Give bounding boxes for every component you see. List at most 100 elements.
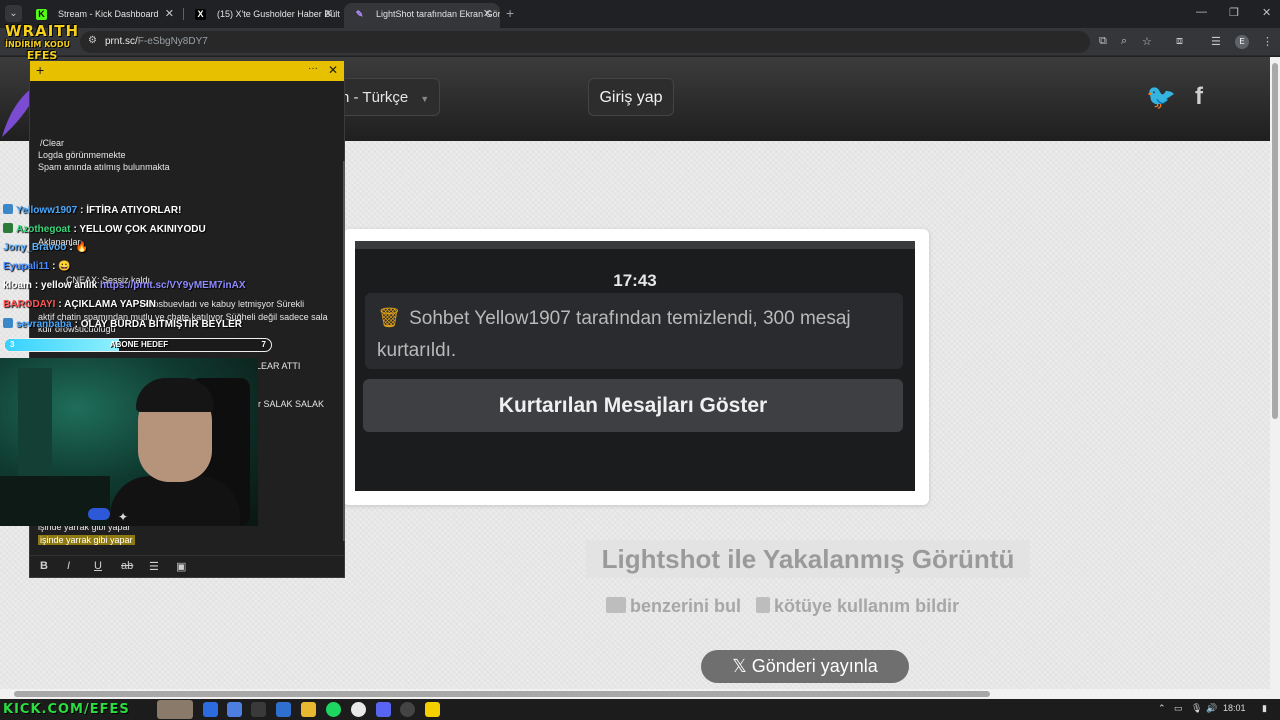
address-bar[interactable]: ⚙ prnt.sc/F-eSbgNy8DY7 xyxy=(80,31,1090,53)
x-favicon-icon: X xyxy=(195,9,206,20)
bullet-list-icon[interactable]: ☰ xyxy=(149,560,159,573)
taskbar-thumbnail[interactable] xyxy=(157,700,193,719)
feather-favicon-icon: ✎ xyxy=(355,9,364,19)
underline-icon[interactable]: U xyxy=(94,560,102,572)
tab-title: LightShot tarafından Ekran Görü xyxy=(376,9,500,19)
tab-close-icon[interactable]: ✕ xyxy=(483,3,492,26)
network-icon[interactable]: ▭ xyxy=(1174,703,1183,714)
twitter-icon[interactable]: 🐦 xyxy=(1146,83,1176,112)
chat-text: : xyxy=(52,261,56,272)
goal-target: 7 xyxy=(261,340,266,349)
channel-url-overlay: KICK.COM/EFES xyxy=(3,702,130,717)
extensions-icon[interactable]: ⧈ xyxy=(1176,35,1183,48)
sparkle-icon: ✦ xyxy=(118,510,129,524)
language-select[interactable]: n - Türkçe ▼ xyxy=(330,78,440,116)
webcam-feed: ✦ xyxy=(0,358,258,526)
moderator-badge-icon xyxy=(3,204,13,214)
close-window-icon[interactable]: ✕ xyxy=(1262,6,1271,19)
find-similar-link[interactable]: benzerini bul xyxy=(630,596,741,616)
outlook-app-icon[interactable] xyxy=(276,702,291,717)
note-line[interactable]: /Clear xyxy=(40,138,64,148)
note-line[interactable]: Logda görünmemekte xyxy=(38,150,126,160)
image-message: 🗑 Sohbet Yellow1907 tarafından temizlendi… xyxy=(365,293,903,369)
scroll-thumb[interactable] xyxy=(1272,63,1278,419)
vertical-scrollbar[interactable] xyxy=(1270,57,1280,689)
close-icon[interactable]: ✕ xyxy=(328,63,338,77)
tab-bar: ⌄ K Stream - Kick Dashboard ✕ X (15) X't… xyxy=(0,0,1280,28)
scroll-thumb[interactable] xyxy=(14,691,990,697)
chat-message: Azothegoat: YELLOW ÇOK AKINIYODU xyxy=(3,223,206,235)
facebook-icon[interactable]: f xyxy=(1195,83,1203,111)
store-app-icon[interactable] xyxy=(251,702,266,717)
copilot-app-icon[interactable] xyxy=(227,702,242,717)
note-line[interactable]: r orosbuevladı ve kabuy letmişyor Sürekl… xyxy=(140,299,304,309)
microphone-tray-icon[interactable]: 🎙 xyxy=(1191,703,1202,714)
chat-username: Jony_Bravoo xyxy=(3,242,67,253)
edge-app-icon[interactable] xyxy=(203,702,218,717)
chat-text: : İFTİRA ATIYORLAR! xyxy=(80,205,182,216)
url-text[interactable]: prnt.sc/F-eSbgNy8DY7 xyxy=(105,36,208,47)
sponsor-subtitle: İNDİRİM KODU xyxy=(5,40,70,49)
discord-app-icon[interactable] xyxy=(376,702,391,717)
chat-text: : YELLOW ÇOK AKINIYODU xyxy=(73,224,206,235)
minimize-icon[interactable]: — xyxy=(1196,6,1207,18)
chat-message: sevranbaba: OLAY BURDA BİTMİŞTİR BEYLER xyxy=(3,318,242,330)
reading-list-icon[interactable]: ☰ xyxy=(1211,35,1221,48)
streamer-body xyxy=(110,476,240,526)
login-button[interactable]: Giriş yap xyxy=(588,78,674,116)
tab-lightshot[interactable]: ✎ LightShot tarafından Ekran Görü ✕ xyxy=(344,3,500,28)
trash-icon: 🗑 xyxy=(377,308,402,329)
language-label: n - Türkçe xyxy=(341,89,409,106)
tray-chevron-icon[interactable]: ⌃ xyxy=(1158,703,1166,714)
spotify-app-icon[interactable] xyxy=(326,702,341,717)
zoom-icon[interactable]: ⌕ xyxy=(1121,35,1127,48)
captured-image[interactable]: 17:43 🗑 Sohbet Yellow1907 tarafından temi… xyxy=(355,241,915,491)
post-on-x-button[interactable]: 𝕏 Gönderi yayınla xyxy=(701,650,909,683)
x-logo-icon: 𝕏 xyxy=(732,656,747,676)
note-line[interactable]: LEAR ATTI xyxy=(256,361,300,371)
strikethrough-icon[interactable]: ab xyxy=(121,560,133,572)
add-note-icon[interactable]: + xyxy=(36,62,44,78)
tab-close-icon[interactable]: ✕ xyxy=(165,3,174,26)
chat-message: kloam: yellow anlık https://prnt.sc/VY9y… xyxy=(3,280,246,291)
chrome-app-icon[interactable] xyxy=(351,702,366,717)
bold-icon[interactable]: B xyxy=(40,560,48,572)
wall-panel xyxy=(18,368,52,488)
notification-icon[interactable]: ▮ xyxy=(1262,703,1267,714)
restore-icon[interactable]: ❐ xyxy=(1229,6,1239,19)
image-message-text: Sohbet Yellow1907 tarafından temizlendi,… xyxy=(377,308,851,361)
tab-x-haber[interactable]: X (15) X'te Gusholder Haber Bült ✕ xyxy=(185,3,341,28)
note-highlight[interactable]: işinde yarrak gibi yapar xyxy=(38,535,135,545)
note-scrollbar[interactable] xyxy=(343,161,345,541)
volume-icon[interactable]: 🔊 xyxy=(1206,703,1217,714)
sticky-notes-app-icon[interactable] xyxy=(425,702,440,717)
sticky-note-header[interactable]: + ··· ✕ xyxy=(30,61,344,81)
new-tab-icon[interactable]: + xyxy=(506,5,514,21)
sponsor-logo: WRAITH İNDİRİM KODU EFES xyxy=(5,24,79,62)
chat-text: : yellow anlık xyxy=(34,280,98,291)
obs-app-icon[interactable] xyxy=(400,702,415,717)
microphone-icon xyxy=(88,508,110,520)
install-app-icon[interactable]: ⧉ xyxy=(1099,35,1107,48)
tab-close-icon[interactable]: ✕ xyxy=(324,3,333,26)
more-icon[interactable]: ··· xyxy=(308,63,318,74)
italic-icon[interactable]: I xyxy=(67,560,70,572)
note-line[interactable]: r SALAK SALAK xyxy=(258,399,324,409)
user-badge-icon xyxy=(3,223,13,233)
browser-toolbar: ⚙ prnt.sc/F-eSbgNy8DY7 ⧉ ⌕ ☆ ⧈ ☰ E ⋮ xyxy=(0,28,1280,56)
tab-title: (15) X'te Gusholder Haber Bült xyxy=(217,9,340,19)
more-menu-icon[interactable]: ⋮ xyxy=(1262,35,1273,48)
profile-avatar[interactable]: E xyxy=(1235,35,1249,49)
tab-search-chevron-icon[interactable]: ⌄ xyxy=(5,5,22,22)
image-icon[interactable]: ▣ xyxy=(176,560,186,573)
chat-text: : OLAY BURDA BİTMİŞTİR BEYLER xyxy=(74,319,243,330)
clock-time[interactable]: 18:01 xyxy=(1223,703,1246,713)
report-abuse-link[interactable]: kötüye kullanım bildir xyxy=(774,596,959,616)
site-info-icon[interactable]: ⚙ xyxy=(88,35,97,46)
chat-username: Eyupali11 xyxy=(3,261,50,272)
file-explorer-icon[interactable] xyxy=(301,702,316,717)
url-path: F-eSbgNy8DY7 xyxy=(137,36,208,47)
horizontal-scrollbar[interactable] xyxy=(0,689,1280,699)
note-line[interactable]: Spam anında atılmış bulunmakta xyxy=(38,162,170,172)
bookmark-star-icon[interactable]: ☆ xyxy=(1142,35,1152,48)
